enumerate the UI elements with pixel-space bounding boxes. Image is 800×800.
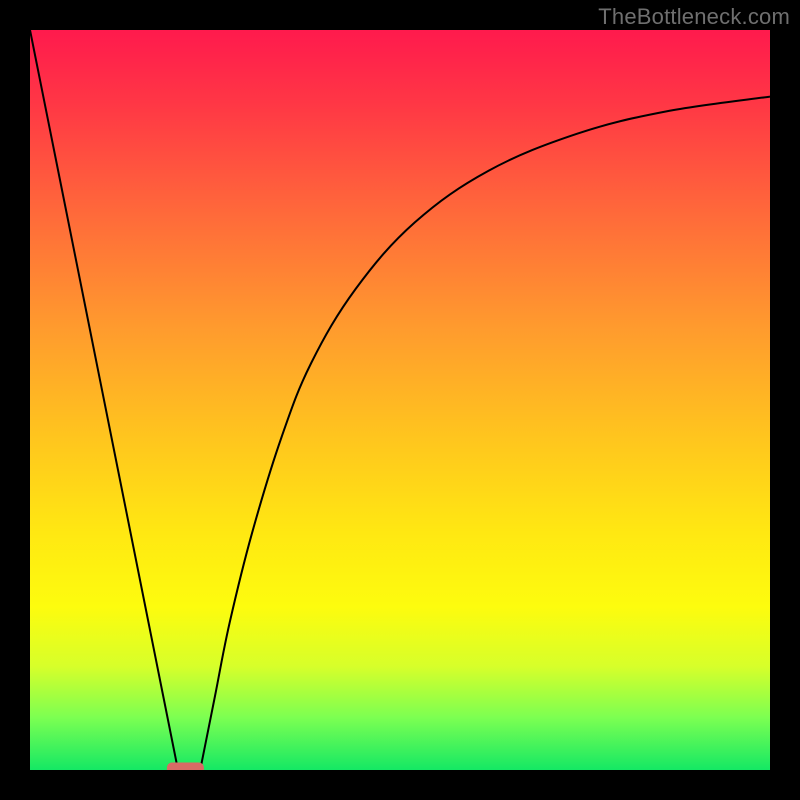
chart-frame: TheBottleneck.com — [0, 0, 800, 800]
bottleneck-marker-pill — [167, 763, 204, 771]
right-branch-line — [200, 97, 770, 770]
left-branch-line — [30, 30, 178, 770]
watermark-text: TheBottleneck.com — [598, 4, 790, 30]
curve-layer — [30, 30, 770, 770]
